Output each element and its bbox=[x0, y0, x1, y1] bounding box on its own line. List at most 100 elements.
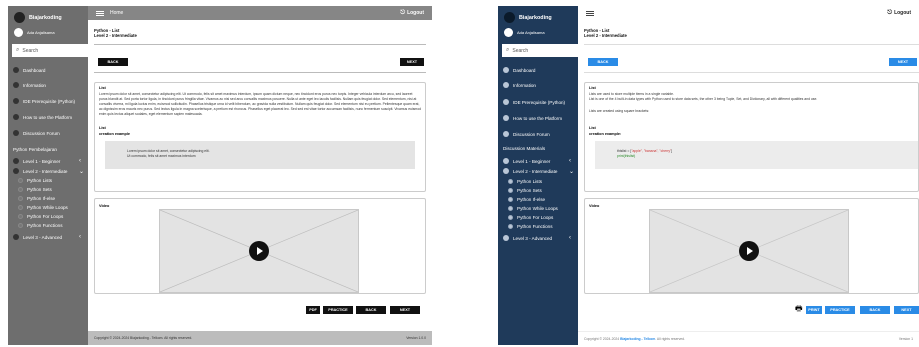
sidebar-item-information[interactable]: Information bbox=[503, 82, 536, 88]
sidebar-subitem[interactable]: Python If-else bbox=[18, 196, 55, 201]
next-button-bottom[interactable]: NEXT bbox=[894, 306, 919, 314]
sidebar-subitem[interactable]: Python Functions bbox=[508, 224, 553, 229]
play-icon[interactable] bbox=[249, 241, 269, 261]
sidebar-item-label: IDE Prerequisite (Python) bbox=[23, 98, 76, 104]
brand[interactable]: Biajarkoding bbox=[504, 12, 552, 23]
hifi-screen: Biajarkoding Ada Anjalisama ⌕ Search Das… bbox=[498, 6, 919, 345]
logout-icon: ⎋ bbox=[400, 9, 406, 16]
lesson-paragraph: Lists are created using square brackets: bbox=[589, 109, 650, 113]
sidebar-item-label: How to use the Platform bbox=[513, 115, 563, 121]
pdf-button[interactable]: PDF bbox=[306, 306, 320, 314]
back-button[interactable]: BACK bbox=[588, 58, 618, 66]
back-button-bottom[interactable]: BACK bbox=[356, 306, 386, 314]
sidebar-subitem[interactable]: Python Sets bbox=[508, 188, 542, 193]
course-level: Level 2 - Intermediate bbox=[584, 33, 627, 38]
sidebar-subitem[interactable]: Python For Loops bbox=[18, 214, 63, 219]
video-card: Video bbox=[94, 198, 426, 294]
sidebar-item-ide[interactable]: IDE Prerequisite (Python) bbox=[503, 99, 565, 105]
menu-icon[interactable] bbox=[96, 10, 104, 16]
video-card: Video bbox=[584, 198, 919, 294]
sidebar-item-level-1[interactable]: Level 1 - Beginner ‹ bbox=[503, 158, 571, 164]
sidebar-subitem-label: Python For Loops bbox=[517, 215, 554, 220]
circle-icon bbox=[508, 179, 513, 184]
play-icon[interactable] bbox=[739, 241, 759, 261]
top-bar: ⎋ Logout bbox=[578, 6, 919, 20]
sidebar-item-dashboard[interactable]: Dashboard bbox=[13, 67, 45, 73]
logout-button[interactable]: ⎋ Logout bbox=[400, 10, 424, 17]
video-title: Video bbox=[589, 204, 600, 208]
divider bbox=[584, 72, 919, 73]
sidebar-item-label: Level 3 - Advanced bbox=[513, 235, 553, 241]
course-level: Level 2 - Intermediate bbox=[94, 33, 137, 38]
video-player[interactable] bbox=[649, 209, 849, 293]
code-block: thislist = ["apple", "banana", "cherry"]… bbox=[595, 141, 918, 169]
search-input[interactable]: ⌕ Search bbox=[502, 44, 578, 57]
sidebar-item-level-2[interactable]: Level 2 - Intermediate ⌄ bbox=[503, 168, 574, 175]
lesson-paragraph: List is one of the 4 built-in data types… bbox=[589, 97, 818, 101]
sidebar-subitem[interactable]: Python While Loops bbox=[18, 205, 68, 210]
sidebar-subitem[interactable]: Python Sets bbox=[18, 187, 52, 192]
sidebar-item-information[interactable]: Information bbox=[13, 82, 46, 88]
chat-icon bbox=[13, 130, 19, 136]
sidebar-item-level-2[interactable]: Level 2 - Intermediate ⌄ bbox=[13, 168, 84, 175]
course-header: Python - List Level 2 - Intermediate bbox=[584, 28, 913, 38]
back-button[interactable]: BACK bbox=[98, 58, 128, 66]
logo-icon bbox=[504, 12, 515, 23]
menu-icon[interactable] bbox=[586, 10, 594, 16]
print-button[interactable]: PRINT bbox=[806, 306, 822, 314]
sidebar-item-forum[interactable]: Discussion Forum bbox=[13, 130, 60, 136]
sidebar-item-label: Level 2 - Intermediate bbox=[23, 168, 68, 174]
sidebar-subitem[interactable]: Python If-else bbox=[508, 197, 545, 202]
circle-icon bbox=[508, 188, 513, 193]
user-profile[interactable]: Ada Anjalisama bbox=[504, 28, 545, 37]
back-button-bottom[interactable]: BACK bbox=[860, 306, 890, 314]
brand-name: Biajarkoding bbox=[29, 14, 62, 21]
sidebar-subitem-label: Python Functions bbox=[27, 223, 63, 228]
chevron-down-icon: ⌄ bbox=[79, 168, 85, 175]
next-button[interactable]: NEXT bbox=[889, 58, 917, 66]
logout-button[interactable]: ⎋ Logout bbox=[887, 10, 911, 17]
circle-icon bbox=[508, 197, 513, 202]
sidebar-subitem[interactable]: Python While Loops bbox=[508, 206, 558, 211]
sidebar-subitem[interactable]: Python Lists bbox=[508, 179, 542, 184]
copyright-brand-link[interactable]: Biajarkoding - Telkom bbox=[620, 337, 655, 341]
sidebar-subitem[interactable]: Python Functions bbox=[18, 223, 63, 228]
sidebar-item-level-3[interactable]: Level 3 - Advanced ‹ bbox=[503, 235, 571, 241]
dashboard-icon bbox=[13, 67, 19, 73]
divider bbox=[94, 44, 426, 45]
brand[interactable]: Biajarkoding bbox=[14, 12, 62, 23]
next-button-bottom[interactable]: NEXT bbox=[390, 306, 420, 314]
sidebar-subitem-label: Python Sets bbox=[517, 188, 542, 193]
sidebar-subitem-label: Python For Loops bbox=[27, 214, 64, 219]
level-icon bbox=[13, 234, 19, 240]
practice-button[interactable]: PRACTICE bbox=[323, 306, 353, 314]
sidebar-item-level-1[interactable]: Level 1 - Beginner ‹ bbox=[13, 158, 81, 164]
sidebar-subitem[interactable]: Python For Loops bbox=[508, 215, 553, 220]
course-header: Python - List Level 2 - Intermediate bbox=[94, 28, 426, 38]
sidebar-item-how-to[interactable]: How to use the Platform bbox=[503, 115, 562, 121]
sidebar-item-forum[interactable]: Discussion Forum bbox=[503, 131, 550, 137]
next-button[interactable]: NEXT bbox=[400, 58, 424, 66]
sidebar-item-level-3[interactable]: Level 3 - Advanced ‹ bbox=[13, 234, 81, 240]
logout-label: Logout bbox=[407, 10, 424, 16]
practice-button[interactable]: PRACTICE bbox=[825, 306, 855, 314]
chevron-left-icon: ‹ bbox=[79, 158, 81, 164]
video-player[interactable] bbox=[159, 209, 359, 293]
user-profile[interactable]: Ada Anjalisama bbox=[14, 28, 55, 37]
main-content: ⎋ Logout Python - List Level 2 - Intermed… bbox=[578, 6, 919, 345]
code-token: ] bbox=[671, 149, 673, 153]
sidebar-subitem[interactable]: Python Lists bbox=[18, 178, 52, 183]
code-token: thislist = [ bbox=[617, 149, 632, 153]
lesson-card: List Lorem ipsum dolor sit amet, consect… bbox=[94, 82, 426, 192]
sidebar-item-how-to[interactable]: How to use the Platform bbox=[13, 114, 72, 120]
lesson-paragraph: Lorem ipsum dolor sit amet, consectetur … bbox=[99, 92, 421, 116]
circle-icon bbox=[18, 205, 23, 210]
sidebar-item-dashboard[interactable]: Dashboard bbox=[503, 67, 535, 73]
search-input[interactable]: ⌕ Search bbox=[12, 44, 88, 57]
printer-icon[interactable]: 🖶 bbox=[795, 303, 803, 317]
sidebar-item-ide[interactable]: IDE Prerequisite (Python) bbox=[13, 98, 75, 104]
info-icon bbox=[13, 82, 19, 88]
avatar bbox=[14, 28, 23, 37]
user-name: Ada Anjalisama bbox=[517, 30, 545, 35]
info-icon bbox=[503, 82, 509, 88]
